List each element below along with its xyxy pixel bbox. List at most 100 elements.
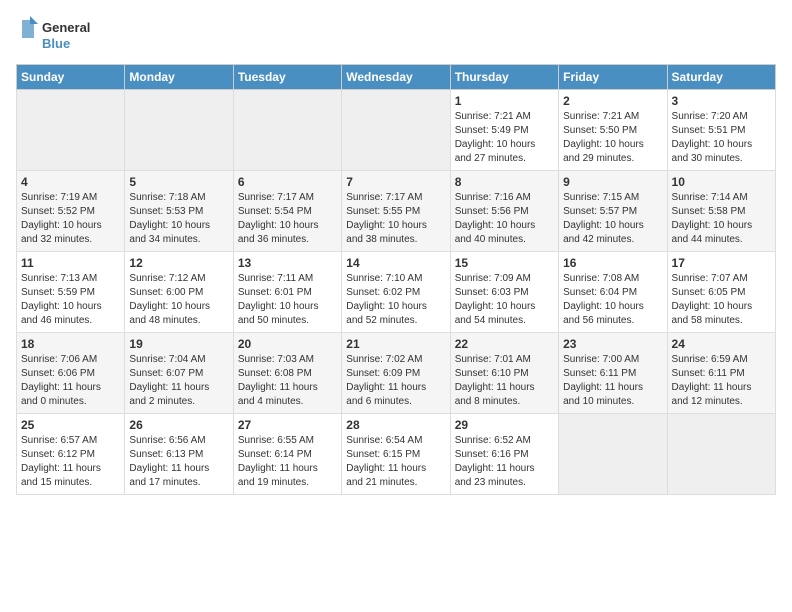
day-number: 13: [238, 256, 337, 270]
calendar-day-cell: 23 Sunrise: 7:00 AM Sunset: 6:11 PM Dayli…: [559, 333, 667, 414]
day-number: 2: [563, 94, 662, 108]
calendar-header-cell: Monday: [125, 65, 233, 90]
calendar-day-cell: 22 Sunrise: 7:01 AM Sunset: 6:10 PM Dayli…: [450, 333, 558, 414]
day-number: 22: [455, 337, 554, 351]
calendar-day-cell: 16Sunrise: 7:08 AM Sunset: 6:04 PM Dayli…: [559, 252, 667, 333]
day-info: Sunrise: 7:10 AM Sunset: 6:02 PM Dayligh…: [346, 272, 445, 328]
day-info: Sunrise: 7:04 AM Sunset: 6:07 PM Dayligh…: [129, 353, 228, 409]
logo-svg: General Blue: [16, 16, 106, 54]
calendar-day-cell: [17, 90, 125, 171]
day-info: Sunrise: 6:57 AM Sunset: 6:12 PM Dayligh…: [21, 434, 120, 490]
calendar-header-cell: Tuesday: [233, 65, 341, 90]
calendar-day-cell: 13 Sunrise: 7:11 AM Sunset: 6:01 PM Dayli…: [233, 252, 341, 333]
calendar-week-row: 4 Sunrise: 7:19 AM Sunset: 5:52 PM Daylig…: [17, 171, 776, 252]
day-number: 25: [21, 418, 120, 432]
day-info: Sunrise: 7:00 AM Sunset: 6:11 PM Dayligh…: [563, 353, 662, 409]
calendar-table: SundayMondayTuesdayWednesdayThursdayFrid…: [16, 64, 776, 495]
calendar-day-cell: 29 Sunrise: 6:52 AM Sunset: 6:16 PM Dayli…: [450, 414, 558, 495]
day-number: 6: [238, 175, 337, 189]
calendar-day-cell: 4 Sunrise: 7:19 AM Sunset: 5:52 PM Daylig…: [17, 171, 125, 252]
day-number: 23: [563, 337, 662, 351]
day-info: Sunrise: 6:55 AM Sunset: 6:14 PM Dayligh…: [238, 434, 337, 490]
day-number: 3: [672, 94, 771, 108]
day-info: Sunrise: 7:17 AM Sunset: 5:55 PM Dayligh…: [346, 191, 445, 247]
day-number: 10: [672, 175, 771, 189]
calendar-day-cell: 9 Sunrise: 7:15 AM Sunset: 5:57 PM Daylig…: [559, 171, 667, 252]
day-number: 9: [563, 175, 662, 189]
calendar-header-cell: Friday: [559, 65, 667, 90]
day-info: Sunrise: 7:19 AM Sunset: 5:52 PM Dayligh…: [21, 191, 120, 247]
day-info: Sunrise: 7:18 AM Sunset: 5:53 PM Dayligh…: [129, 191, 228, 247]
day-number: 4: [21, 175, 120, 189]
calendar-week-row: 18Sunrise: 7:06 AM Sunset: 6:06 PM Dayli…: [17, 333, 776, 414]
day-info: Sunrise: 6:54 AM Sunset: 6:15 PM Dayligh…: [346, 434, 445, 490]
day-info: Sunrise: 7:12 AM Sunset: 6:00 PM Dayligh…: [129, 272, 228, 328]
day-info: Sunrise: 7:02 AM Sunset: 6:09 PM Dayligh…: [346, 353, 445, 409]
day-number: 12: [129, 256, 228, 270]
calendar-day-cell: 3 Sunrise: 7:20 AM Sunset: 5:51 PM Daylig…: [667, 90, 775, 171]
day-number: 29: [455, 418, 554, 432]
calendar-week-row: 1 Sunrise: 7:21 AM Sunset: 5:49 PM Daylig…: [17, 90, 776, 171]
day-info: Sunrise: 7:09 AM Sunset: 6:03 PM Dayligh…: [455, 272, 554, 328]
calendar-day-cell: 18Sunrise: 7:06 AM Sunset: 6:06 PM Dayli…: [17, 333, 125, 414]
calendar-day-cell: 8 Sunrise: 7:16 AM Sunset: 5:56 PM Daylig…: [450, 171, 558, 252]
calendar-day-cell: 17Sunrise: 7:07 AM Sunset: 6:05 PM Dayli…: [667, 252, 775, 333]
day-info: Sunrise: 7:06 AM Sunset: 6:06 PM Dayligh…: [21, 353, 120, 409]
calendar-day-cell: [233, 90, 341, 171]
calendar-day-cell: [342, 90, 450, 171]
day-number: 11: [21, 256, 120, 270]
logo: General Blue: [16, 16, 106, 54]
day-number: 8: [455, 175, 554, 189]
day-number: 17: [672, 256, 771, 270]
day-number: 16: [563, 256, 662, 270]
calendar-day-cell: [125, 90, 233, 171]
day-info: Sunrise: 7:21 AM Sunset: 5:49 PM Dayligh…: [455, 110, 554, 166]
calendar-day-cell: 27 Sunrise: 6:55 AM Sunset: 6:14 PM Dayli…: [233, 414, 341, 495]
day-info: Sunrise: 7:13 AM Sunset: 5:59 PM Dayligh…: [21, 272, 120, 328]
day-info: Sunrise: 6:52 AM Sunset: 6:16 PM Dayligh…: [455, 434, 554, 490]
calendar-day-cell: 7 Sunrise: 7:17 AM Sunset: 5:55 PM Daylig…: [342, 171, 450, 252]
day-info: Sunrise: 7:01 AM Sunset: 6:10 PM Dayligh…: [455, 353, 554, 409]
calendar-day-cell: 25 Sunrise: 6:57 AM Sunset: 6:12 PM Dayli…: [17, 414, 125, 495]
calendar-header-cell: Wednesday: [342, 65, 450, 90]
day-number: 7: [346, 175, 445, 189]
calendar-day-cell: 10 Sunrise: 7:14 AM Sunset: 5:58 PM Dayli…: [667, 171, 775, 252]
day-number: 1: [455, 94, 554, 108]
calendar-day-cell: 19 Sunrise: 7:04 AM Sunset: 6:07 PM Dayli…: [125, 333, 233, 414]
day-number: 27: [238, 418, 337, 432]
day-number: 15: [455, 256, 554, 270]
day-info: Sunrise: 7:21 AM Sunset: 5:50 PM Dayligh…: [563, 110, 662, 166]
calendar-day-cell: 15 Sunrise: 7:09 AM Sunset: 6:03 PM Dayli…: [450, 252, 558, 333]
calendar-day-cell: 20 Sunrise: 7:03 AM Sunset: 6:08 PM Dayli…: [233, 333, 341, 414]
day-info: Sunrise: 6:59 AM Sunset: 6:11 PM Dayligh…: [672, 353, 771, 409]
calendar-day-cell: [667, 414, 775, 495]
calendar-day-cell: 2 Sunrise: 7:21 AM Sunset: 5:50 PM Daylig…: [559, 90, 667, 171]
calendar-day-cell: 5 Sunrise: 7:18 AM Sunset: 5:53 PM Daylig…: [125, 171, 233, 252]
day-info: Sunrise: 7:03 AM Sunset: 6:08 PM Dayligh…: [238, 353, 337, 409]
calendar-week-row: 11 Sunrise: 7:13 AM Sunset: 5:59 PM Dayli…: [17, 252, 776, 333]
calendar-day-cell: 6Sunrise: 7:17 AM Sunset: 5:54 PM Daylig…: [233, 171, 341, 252]
calendar-day-cell: 11 Sunrise: 7:13 AM Sunset: 5:59 PM Dayli…: [17, 252, 125, 333]
calendar-header-cell: Sunday: [17, 65, 125, 90]
svg-text:Blue: Blue: [42, 36, 70, 51]
calendar-day-cell: 12 Sunrise: 7:12 AM Sunset: 6:00 PM Dayli…: [125, 252, 233, 333]
day-info: Sunrise: 7:16 AM Sunset: 5:56 PM Dayligh…: [455, 191, 554, 247]
day-info: Sunrise: 7:14 AM Sunset: 5:58 PM Dayligh…: [672, 191, 771, 247]
calendar-header-row: SundayMondayTuesdayWednesdayThursdayFrid…: [17, 65, 776, 90]
calendar-week-row: 25 Sunrise: 6:57 AM Sunset: 6:12 PM Dayli…: [17, 414, 776, 495]
svg-text:General: General: [42, 20, 90, 35]
calendar-header-cell: Thursday: [450, 65, 558, 90]
day-info: Sunrise: 7:11 AM Sunset: 6:01 PM Dayligh…: [238, 272, 337, 328]
day-number: 24: [672, 337, 771, 351]
day-number: 20: [238, 337, 337, 351]
day-number: 5: [129, 175, 228, 189]
calendar-day-cell: [559, 414, 667, 495]
calendar-day-cell: 26Sunrise: 6:56 AM Sunset: 6:13 PM Dayli…: [125, 414, 233, 495]
day-number: 19: [129, 337, 228, 351]
calendar-day-cell: 14Sunrise: 7:10 AM Sunset: 6:02 PM Dayli…: [342, 252, 450, 333]
calendar-body: 1 Sunrise: 7:21 AM Sunset: 5:49 PM Daylig…: [17, 90, 776, 495]
day-number: 28: [346, 418, 445, 432]
day-info: Sunrise: 7:15 AM Sunset: 5:57 PM Dayligh…: [563, 191, 662, 247]
day-info: Sunrise: 7:20 AM Sunset: 5:51 PM Dayligh…: [672, 110, 771, 166]
calendar-day-cell: 28 Sunrise: 6:54 AM Sunset: 6:15 PM Dayli…: [342, 414, 450, 495]
